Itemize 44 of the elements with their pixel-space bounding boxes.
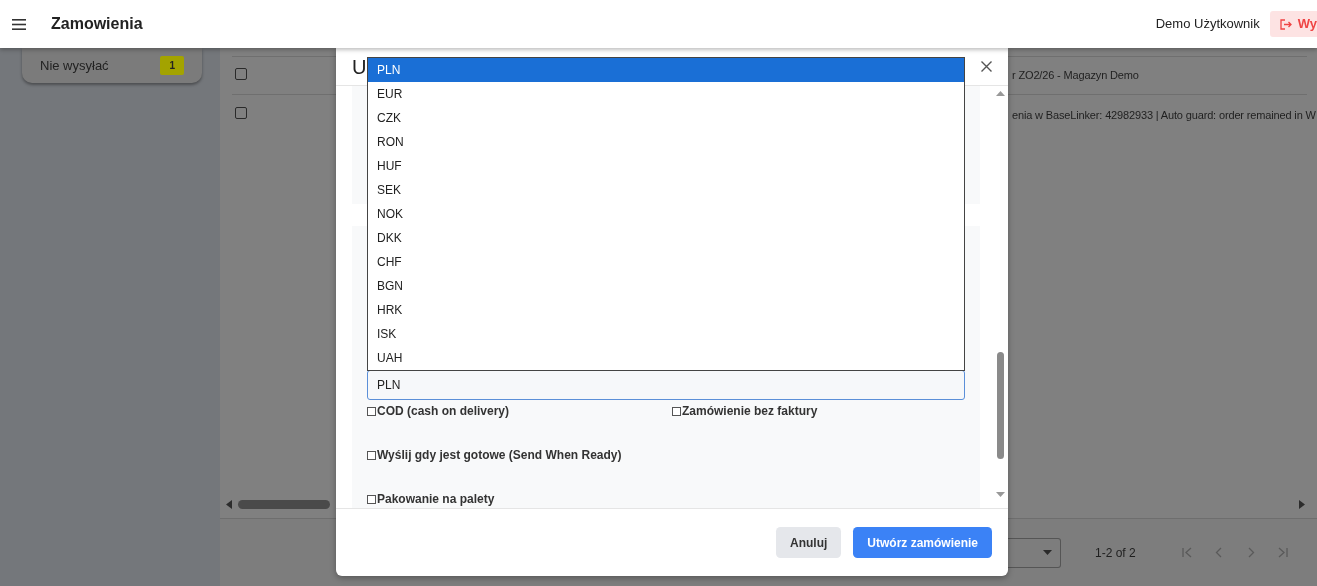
scroll-down-icon[interactable] (996, 492, 1005, 497)
dropdown-option[interactable]: UAH (368, 346, 964, 370)
dialog-title: U (352, 54, 367, 80)
dropdown-option[interactable]: CZK (368, 106, 964, 130)
checkbox[interactable] (672, 406, 681, 416)
scrollbar-thumb[interactable] (238, 499, 330, 509)
checkbox[interactable] (367, 406, 376, 416)
checkbox[interactable] (367, 494, 376, 504)
scrollbar-thumb[interactable] (997, 352, 1004, 459)
dropdown-option[interactable]: SEK (368, 178, 964, 202)
dropdown-option[interactable]: PLN (368, 58, 964, 82)
scroll-up-icon[interactable] (996, 91, 1005, 96)
checkbox-label[interactable]: Zamówienie bez faktury (672, 402, 818, 420)
menu-icon[interactable] (12, 18, 26, 30)
create-order-button[interactable]: Utwórz zamówienie (853, 527, 992, 558)
page-title: Zamowienia (51, 14, 143, 34)
logout-icon (1279, 18, 1292, 30)
dropdown-option[interactable]: HUF (368, 154, 964, 178)
count-badge: 1 (160, 56, 184, 75)
user-name: Demo Użytkownik (1155, 15, 1260, 34)
checkbox[interactable] (367, 450, 376, 460)
checkbox-label[interactable]: Pakowanie na palety (367, 490, 672, 508)
row-checkbox[interactable] (235, 68, 247, 80)
page-range: 1-2 of 2 (1095, 544, 1136, 562)
dropdown-option[interactable]: CHF (368, 250, 964, 274)
row-checkbox[interactable] (235, 107, 247, 119)
dropdown-option[interactable]: RON (368, 130, 964, 154)
checkbox-label[interactable]: Wyślij gdy jest gotowe (Send When Ready) (367, 446, 672, 464)
dropdown-option[interactable]: ISK (368, 322, 964, 346)
checkbox-label[interactable]: COD (cash on delivery) (367, 402, 672, 420)
dropdown-option[interactable]: BGN (368, 274, 964, 298)
scroll-right-icon[interactable] (1299, 499, 1305, 509)
cancel-button[interactable]: Anuluj (776, 527, 842, 558)
dropdown-option[interactable]: DKK (368, 226, 964, 250)
dropdown-option[interactable]: EUR (368, 82, 964, 106)
table-cell-text: r ZO2/26 - Magazyn Demo (1012, 68, 1139, 83)
currency-field[interactable]: PLN (367, 370, 965, 400)
scroll-left-icon[interactable] (226, 499, 232, 509)
table-cell-text: enia w BaseLinker: 42982933 | Auto guard: order remained in W (1012, 108, 1316, 123)
dropdown-option[interactable]: NOK (368, 202, 964, 226)
sidebar-item[interactable]: Nie wysyłać 1 (22, 48, 202, 83)
dropdown-option[interactable]: HRK (368, 298, 964, 322)
close-icon[interactable] (981, 61, 992, 72)
caret-icon (1043, 550, 1052, 555)
